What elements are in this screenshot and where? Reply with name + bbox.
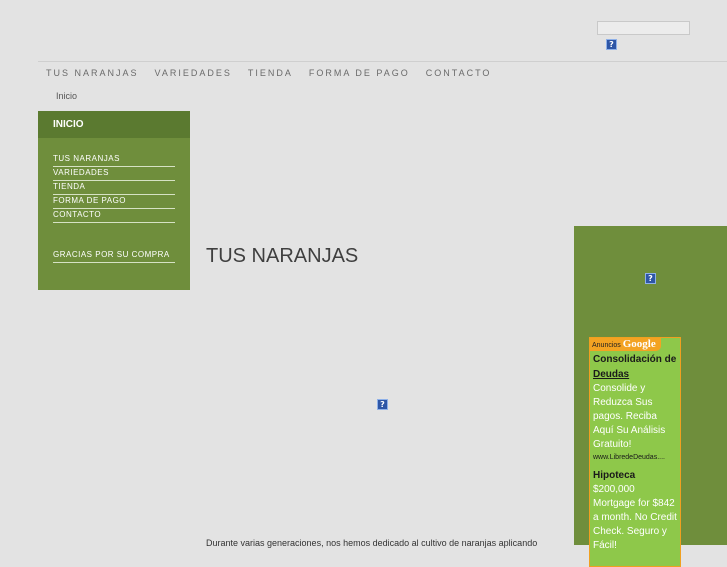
ad-text-consolidacion: Consolide y Reduzca Sus pagos. Reciba Aq… [593, 383, 666, 450]
sidebar-item-variedades[interactable]: VARIEDADES [53, 167, 175, 181]
ad-url-consolidacion[interactable]: www.LibredeDeudas.... [593, 452, 677, 464]
sidebar-item-gracias[interactable]: GRACIAS POR SU COMPRA [53, 249, 175, 263]
ads-by-google-badge[interactable]: Anuncios Google [590, 338, 661, 351]
broken-image-icon: ? [645, 273, 656, 284]
sidebar-item-contacto[interactable]: CONTACTO [53, 209, 175, 223]
google-logo: Google [622, 338, 656, 350]
search-input[interactable] [597, 21, 690, 35]
ad-title-consolidacion[interactable]: Consolidación de Deudas [593, 352, 677, 382]
topnav-item-variedades[interactable]: VARIEDADES [155, 68, 232, 78]
topnav-item-tienda[interactable]: TIENDA [248, 68, 293, 78]
google-ad-box: Anuncios Google Consolidación de Deudas … [589, 337, 681, 567]
broken-image-icon: ? [606, 39, 617, 50]
page-title: TUS NARANJAS [206, 245, 359, 267]
ads-badge-prefix: Anuncios [592, 342, 621, 349]
ad-title-hipoteca[interactable]: Hipoteca [593, 468, 677, 483]
top-navigation: TUS NARANJAS VARIEDADES TIENDA FORMA DE … [46, 68, 491, 78]
breadcrumb-inicio[interactable]: Inicio [56, 91, 77, 101]
topnav-item-contacto[interactable]: CONTACTO [426, 68, 492, 78]
header-divider [38, 61, 727, 62]
sidebar-item-forma-de-pago[interactable]: FORMA DE PAGO [53, 195, 175, 209]
right-ad-panel: ? Anuncios Google Consolidación de Deuda… [574, 226, 727, 567]
sidebar-menu: TUS NARANJAS VARIEDADES TIENDA FORMA DE … [53, 153, 175, 223]
sidebar-title: INICIO [38, 111, 190, 138]
topnav-item-tus-naranjas[interactable]: TUS NARANJAS [46, 68, 139, 78]
topnav-item-forma-de-pago[interactable]: FORMA DE PAGO [309, 68, 410, 78]
ad-text-hipoteca: $200,000 Mortgage for $842 a month. No C… [593, 484, 677, 551]
ad-title-line1: Consolidación de [593, 354, 677, 365]
broken-image-icon: ? [377, 399, 388, 410]
sidebar: INICIO TUS NARANJAS VARIEDADES TIENDA FO… [38, 111, 190, 290]
main-body-text: Durante varias generaciones, nos hemos d… [206, 538, 538, 548]
ad-title-line2[interactable]: Deudas [593, 369, 629, 380]
sidebar-item-tienda[interactable]: TIENDA [53, 181, 175, 195]
sidebar-item-tus-naranjas[interactable]: TUS NARANJAS [53, 153, 175, 167]
